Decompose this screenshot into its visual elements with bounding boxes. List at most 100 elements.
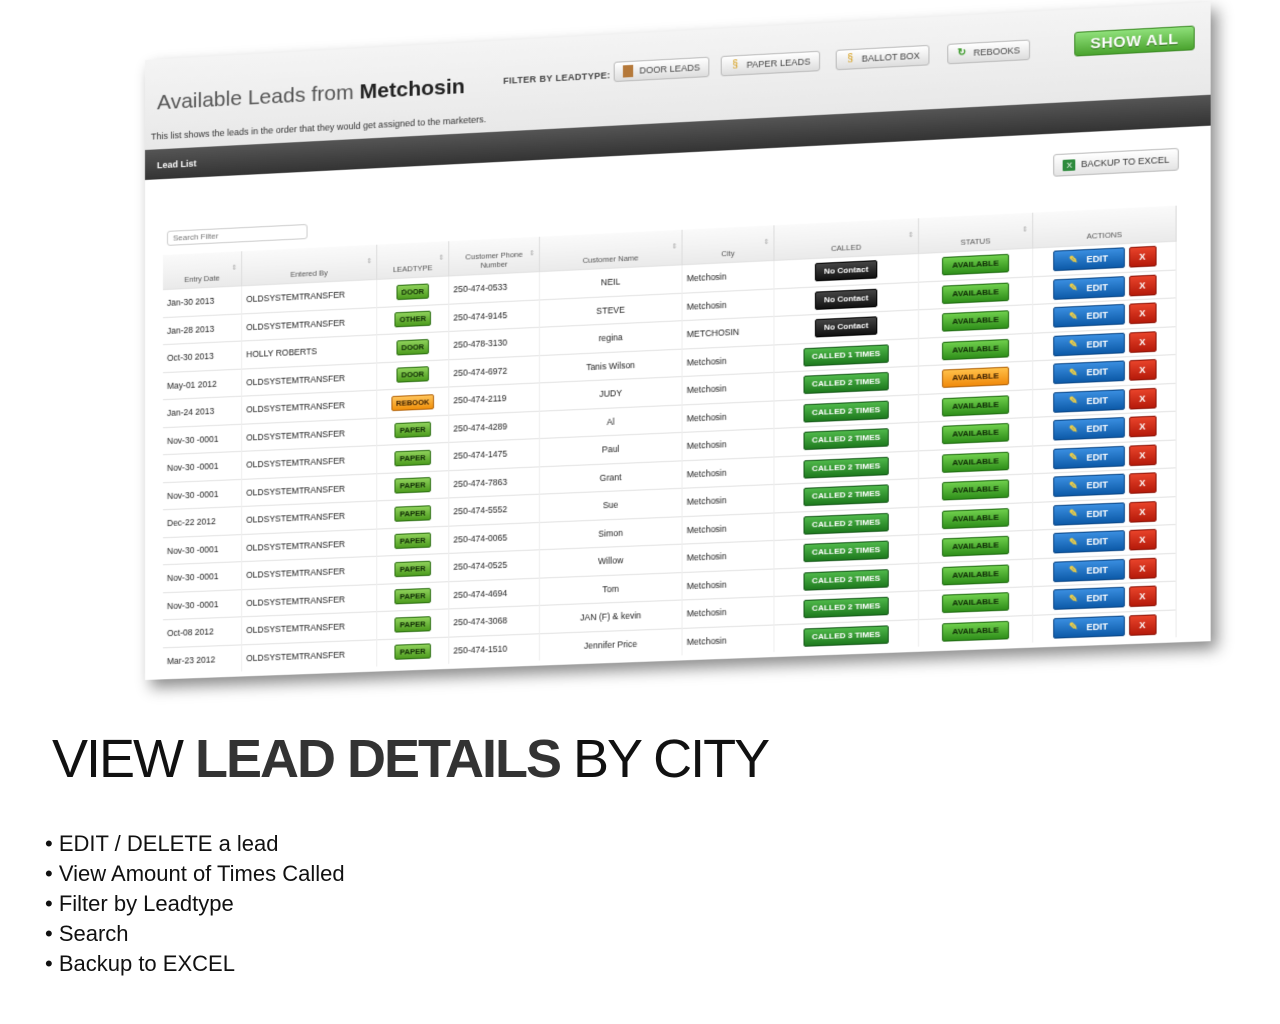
edit-button[interactable]: ✎ EDIT [1052,332,1125,357]
pencil-icon: ✎ [1069,282,1078,295]
edit-button[interactable]: ✎ EDIT [1052,586,1125,611]
city: Metchosin [682,400,774,433]
status-cell: AVAILABLE [918,501,1033,535]
col-entry-date[interactable]: Entry Date ⇕ [162,251,242,290]
delete-button[interactable]: X [1128,500,1157,523]
pencil-icon: ✎ [1069,621,1078,634]
col-called[interactable]: CALLED ⇕ [773,218,919,261]
leadtype-badge: PAPER [394,588,431,605]
status-badge: AVAILABLE [942,338,1010,361]
pencil-icon: ✎ [1069,395,1078,408]
delete-button[interactable]: X [1128,529,1157,551]
pencil-icon: ✎ [1069,480,1078,493]
leadtype-cell: DOOR [376,331,449,363]
delete-button[interactable]: X [1128,614,1157,636]
col-status-label: STATUS [960,236,991,247]
edit-button[interactable]: ✎ EDIT [1052,530,1125,554]
col-entry-date-label: Entry Date [184,273,220,285]
leadtype-cell: PAPER [376,581,449,612]
edit-button[interactable]: ✎ EDIT [1052,473,1125,498]
col-phone-label: Customer Phone Number [465,249,523,270]
entry-date: Oct-08 2012 [162,616,242,648]
delete-button[interactable]: X [1128,387,1157,410]
city: Metchosin [682,596,774,628]
sort-icon: ⇕ [528,250,535,258]
rebook-icon: ↻ [957,46,967,59]
feature-heading: VIEW LEAD DETAILS BY CITY [52,728,770,790]
col-name[interactable]: Customer Name ⇕ [539,229,683,272]
sort-icon: ⇕ [231,264,238,272]
edit-button[interactable]: ✎ EDIT [1052,558,1125,582]
feature-list: EDIT / DELETE a lead View Amount of Time… [45,829,345,979]
excel-icon: X [1063,158,1076,171]
col-leadtype[interactable]: LEADTYPE ⇕ [376,241,449,280]
edit-button[interactable]: ✎ EDIT [1052,360,1125,385]
edit-button[interactable]: ✎ EDIT [1052,275,1125,300]
edit-button[interactable]: ✎ EDIT [1052,388,1125,413]
paper-icon: § [732,59,739,71]
backup-to-excel-button[interactable]: X BACKUP TO EXCEL [1053,147,1179,177]
edit-button[interactable]: ✎ EDIT [1052,445,1125,470]
phone: 250-474-1510 [448,633,540,664]
city: Metchosin [682,512,774,545]
backup-label: BACKUP TO EXCEL [1081,154,1170,170]
filter-ballot-label: BALLOT BOX [861,50,920,64]
ballot-icon: § [847,53,854,65]
filter-door-leads-button[interactable]: DOOR LEADS [613,56,710,83]
col-phone[interactable]: Customer Phone Number ⇕ [448,236,540,276]
col-city[interactable]: City ⇕ [682,225,774,265]
leadtype-badge: DOOR [396,366,430,384]
edit-label: EDIT [1086,253,1108,265]
edit-label: EDIT [1086,621,1108,633]
delete-button[interactable]: X [1128,472,1157,495]
delete-button[interactable]: X [1128,415,1157,438]
leadtype-badge: PAPER [394,504,431,522]
entry-date: Dec-22 2012 [162,506,242,538]
status-badge: AVAILABLE [942,395,1010,417]
filter-paper-leads-button[interactable]: § PAPER LEADS [720,50,820,77]
delete-button[interactable]: X [1128,585,1157,608]
city: Metchosin [682,624,774,656]
delete-button[interactable]: X [1128,274,1157,297]
leadtype-cell: PAPER [376,497,449,529]
called-badge: CALLED 1 TIMES [803,344,889,367]
delete-button[interactable]: X [1128,246,1157,268]
called-badge: CALLED 2 TIMES [803,512,889,535]
edit-button[interactable]: ✎ EDIT [1052,502,1125,526]
heading-part1: VIEW [52,729,196,789]
search-input[interactable] [166,223,308,246]
col-city-label: City [721,248,735,259]
entry-date: Nov-30 -0001 [162,534,242,565]
city: Metchosin [682,288,774,321]
filter-ballot-box-button[interactable]: § BALLOT BOX [835,44,930,71]
sort-icon: ⇕ [671,243,678,251]
leadtype-cell: REBOOK [376,386,449,418]
phone: 250-474-2119 [448,382,540,415]
leadtype-cell: PAPER [376,553,449,584]
sort-icon: ⇕ [1021,226,1028,234]
phone: 250-474-0525 [448,549,540,582]
lead-table: Entry Date ⇕ Entered By ⇕ LEADTYPE ⇕ Custom… [162,205,1177,675]
edit-label: EDIT [1086,479,1108,491]
delete-button[interactable]: X [1128,359,1157,382]
edit-button[interactable]: ✎ EDIT [1052,417,1125,441]
leadtype-cell: OTHER [376,303,449,335]
edit-button[interactable]: ✎ EDIT [1052,304,1125,328]
city: Metchosin [682,372,774,405]
status-badge: AVAILABLE [942,451,1010,473]
delete-button[interactable]: X [1128,557,1157,580]
col-status[interactable]: STATUS ⇕ [918,212,1033,254]
edit-button[interactable]: ✎ EDIT [1052,247,1125,272]
entered-by: OLDSYSTEMTRANSFER [241,639,377,672]
delete-button[interactable]: X [1128,444,1157,466]
show-all-button[interactable]: SHOW ALL [1074,25,1195,57]
delete-button[interactable]: X [1128,302,1157,325]
leadtype-cell: DOOR [376,275,449,308]
sort-icon: ⇕ [907,231,914,240]
col-actions-label: ACTIONS [1086,229,1122,241]
called-badge: CALLED 3 TIMES [803,625,889,647]
filter-rebooks-button[interactable]: ↻ REBOOKS [947,39,1030,65]
delete-button[interactable]: X [1128,330,1157,353]
edit-button[interactable]: ✎ EDIT [1052,615,1125,639]
col-entered-by[interactable]: Entered By ⇕ [241,244,377,286]
